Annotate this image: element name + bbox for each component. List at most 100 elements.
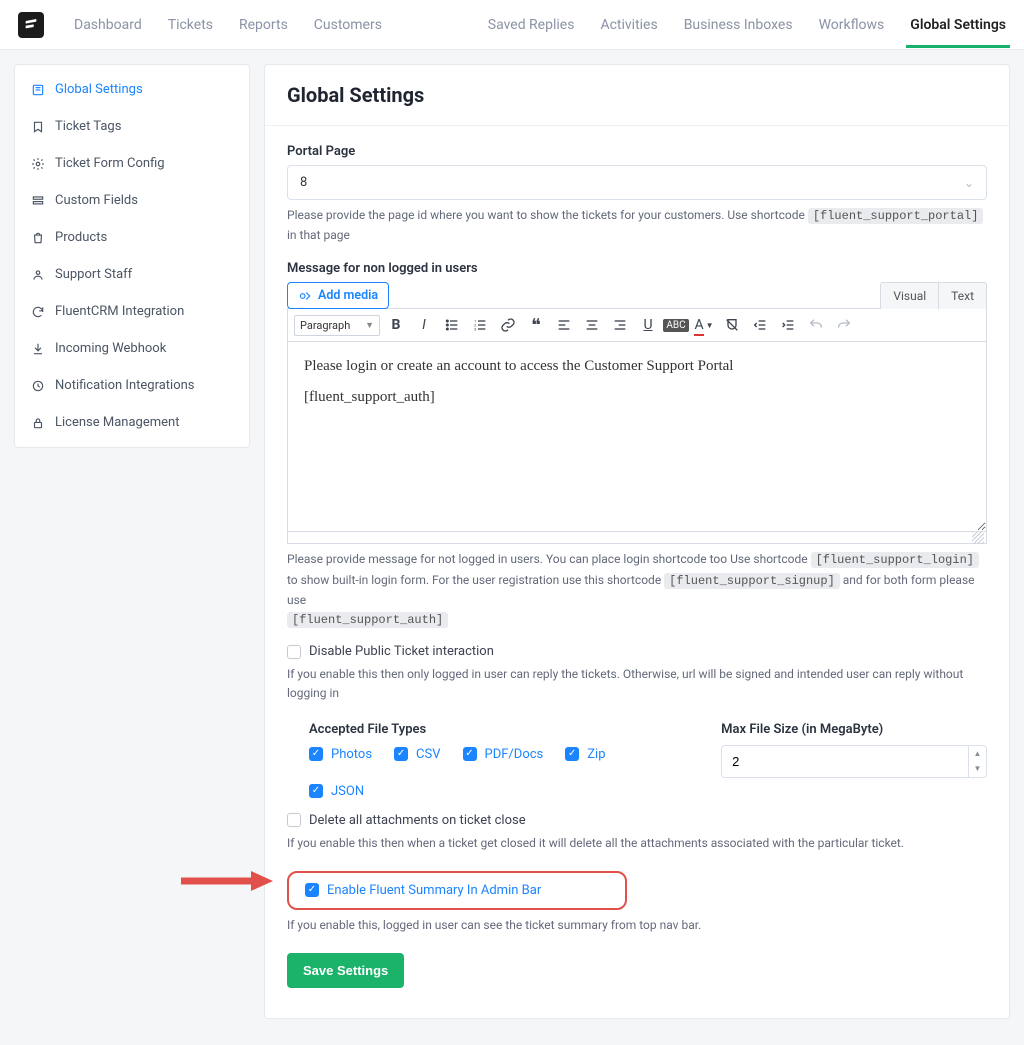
editor-tab-text[interactable]: Text [939, 282, 987, 309]
gear-icon [31, 157, 45, 171]
align-center-button[interactable] [580, 313, 604, 337]
filetype-zip[interactable]: Zip [565, 747, 605, 762]
nav-activities[interactable]: Activities [600, 17, 657, 33]
numbered-list-button[interactable]: 123 [468, 313, 492, 337]
editor-help: Please provide message for not logged in… [287, 550, 987, 630]
chevron-down-icon: ⌄ [964, 176, 974, 190]
portal-page-value: 8 [300, 175, 307, 190]
enable-summary-checkbox[interactable]: Enable Fluent Summary In Admin Bar [305, 883, 541, 898]
enable-summary-label: Enable Fluent Summary In Admin Bar [327, 883, 541, 898]
sidebar-item-label: Products [55, 230, 107, 245]
refresh-icon [31, 305, 45, 319]
bold-button[interactable]: B [384, 313, 408, 337]
editor-label: Message for non logged in users [287, 261, 987, 276]
save-settings-button[interactable]: Save Settings [287, 953, 404, 988]
sidebar-item-global-settings[interactable]: Global Settings [15, 71, 249, 108]
sidebar-item-label: Incoming Webhook [55, 341, 166, 356]
stepper-up-icon[interactable]: ▲ [969, 746, 986, 762]
filetype-json[interactable]: JSON [309, 784, 364, 799]
text-color-button[interactable]: A▼ [692, 313, 716, 337]
sidebar-item-support-staff[interactable]: Support Staff [15, 256, 249, 293]
sidebar-item-label: Ticket Form Config [55, 156, 165, 171]
clear-formatting-button[interactable] [720, 313, 744, 337]
filetype-photos[interactable]: Photos [309, 747, 372, 762]
align-left-button[interactable] [552, 313, 576, 337]
portal-page-select[interactable]: 8 ⌄ [287, 165, 987, 200]
outdent-button[interactable] [748, 313, 772, 337]
enable-summary-callout: Enable Fluent Summary In Admin Bar [287, 871, 627, 910]
checkbox-icon [305, 883, 319, 897]
resize-grip-icon [972, 532, 984, 544]
nav-customers[interactable]: Customers [314, 17, 382, 33]
checkbox-icon [463, 747, 477, 761]
sidebar-item-products[interactable]: Products [15, 219, 249, 256]
sidebar-item-ticket-tags[interactable]: Ticket Tags [15, 108, 249, 145]
settings-sidebar: Global Settings Ticket Tags Ticket Form … [14, 64, 250, 448]
portal-page-help: Please provide the page id where you wan… [287, 206, 987, 245]
number-spinner: ▲ ▼ [968, 746, 986, 777]
sidebar-item-webhook[interactable]: Incoming Webhook [15, 330, 249, 367]
sidebar-item-label: Global Settings [55, 82, 143, 97]
maxsize-input[interactable] [722, 746, 968, 777]
sidebar-item-license[interactable]: License Management [15, 404, 249, 441]
lock-icon [31, 416, 45, 430]
nav-global-settings[interactable]: Global Settings [910, 17, 1006, 33]
quote-button[interactable]: ❝ [524, 313, 548, 337]
sidebar-item-notifications[interactable]: Notification Integrations [15, 367, 249, 404]
sidebar-item-label: Support Staff [55, 267, 132, 282]
svg-text:3: 3 [474, 327, 476, 332]
sidebar-item-ticket-form-config[interactable]: Ticket Form Config [15, 145, 249, 182]
top-navbar: Dashboard Tickets Reports Customers Save… [0, 0, 1024, 50]
editor-content[interactable]: Please login or create an account to acc… [287, 342, 987, 532]
nav-left: Dashboard Tickets Reports Customers [74, 17, 382, 33]
italic-button[interactable]: I [412, 313, 436, 337]
download-icon [31, 342, 45, 356]
content-panel: Global Settings Portal Page 8 ⌄ Please p… [264, 64, 1010, 1019]
nav-right: Saved Replies Activities Business Inboxe… [488, 17, 1006, 33]
checkbox-icon [565, 747, 579, 761]
strikethrough-button[interactable]: ABC [664, 313, 688, 337]
nav-tickets[interactable]: Tickets [168, 17, 213, 33]
nav-saved-replies[interactable]: Saved Replies [488, 17, 575, 33]
disable-public-label: Disable Public Ticket interaction [309, 644, 494, 659]
nav-reports[interactable]: Reports [239, 17, 288, 33]
app-logo[interactable] [18, 12, 44, 38]
sidebar-item-fluentcrm[interactable]: FluentCRM Integration [15, 293, 249, 330]
nav-dashboard[interactable]: Dashboard [74, 17, 142, 33]
filetype-csv[interactable]: CSV [394, 747, 440, 762]
align-right-button[interactable] [608, 313, 632, 337]
bag-icon [31, 231, 45, 245]
filetype-pdf[interactable]: PDF/Docs [463, 747, 544, 762]
disable-public-help: If you enable this then only logged in u… [287, 665, 987, 703]
bell-icon [31, 379, 45, 393]
maxsize-label: Max File Size (in MegaByte) [721, 722, 987, 737]
file-types-title: Accepted File Types [309, 722, 681, 737]
nav-business-inboxes[interactable]: Business Inboxes [684, 17, 793, 33]
sidebar-item-label: FluentCRM Integration [55, 304, 184, 319]
undo-button[interactable] [804, 313, 828, 337]
bookmark-icon [31, 120, 45, 134]
add-media-button[interactable]: Add media [287, 282, 389, 309]
nav-workflows[interactable]: Workflows [819, 17, 885, 33]
disable-public-checkbox[interactable]: Disable Public Ticket interaction [287, 644, 987, 659]
layout-icon [31, 194, 45, 208]
editor-tab-visual[interactable]: Visual [880, 282, 939, 309]
underline-button[interactable]: U [636, 313, 660, 337]
delete-attachments-label: Delete all attachments on ticket close [309, 813, 526, 828]
indent-button[interactable] [776, 313, 800, 337]
sidebar-item-custom-fields[interactable]: Custom Fields [15, 182, 249, 219]
toolbar-paragraph-select[interactable]: Paragraph▼ [294, 315, 380, 336]
sidebar-item-label: Ticket Tags [55, 119, 121, 134]
delete-attachments-checkbox[interactable]: Delete all attachments on ticket close [287, 813, 987, 828]
checkbox-icon [309, 747, 323, 761]
bullet-list-button[interactable] [440, 313, 464, 337]
checkbox-icon [309, 784, 323, 798]
stepper-down-icon[interactable]: ▼ [969, 761, 986, 777]
checkbox-icon [394, 747, 408, 761]
redo-button[interactable] [832, 313, 856, 337]
sliders-icon [31, 83, 45, 97]
portal-page-label: Portal Page [287, 144, 987, 159]
link-button[interactable] [496, 313, 520, 337]
arrow-annotation-icon [179, 867, 274, 895]
editor-resize-handle[interactable] [287, 532, 987, 544]
